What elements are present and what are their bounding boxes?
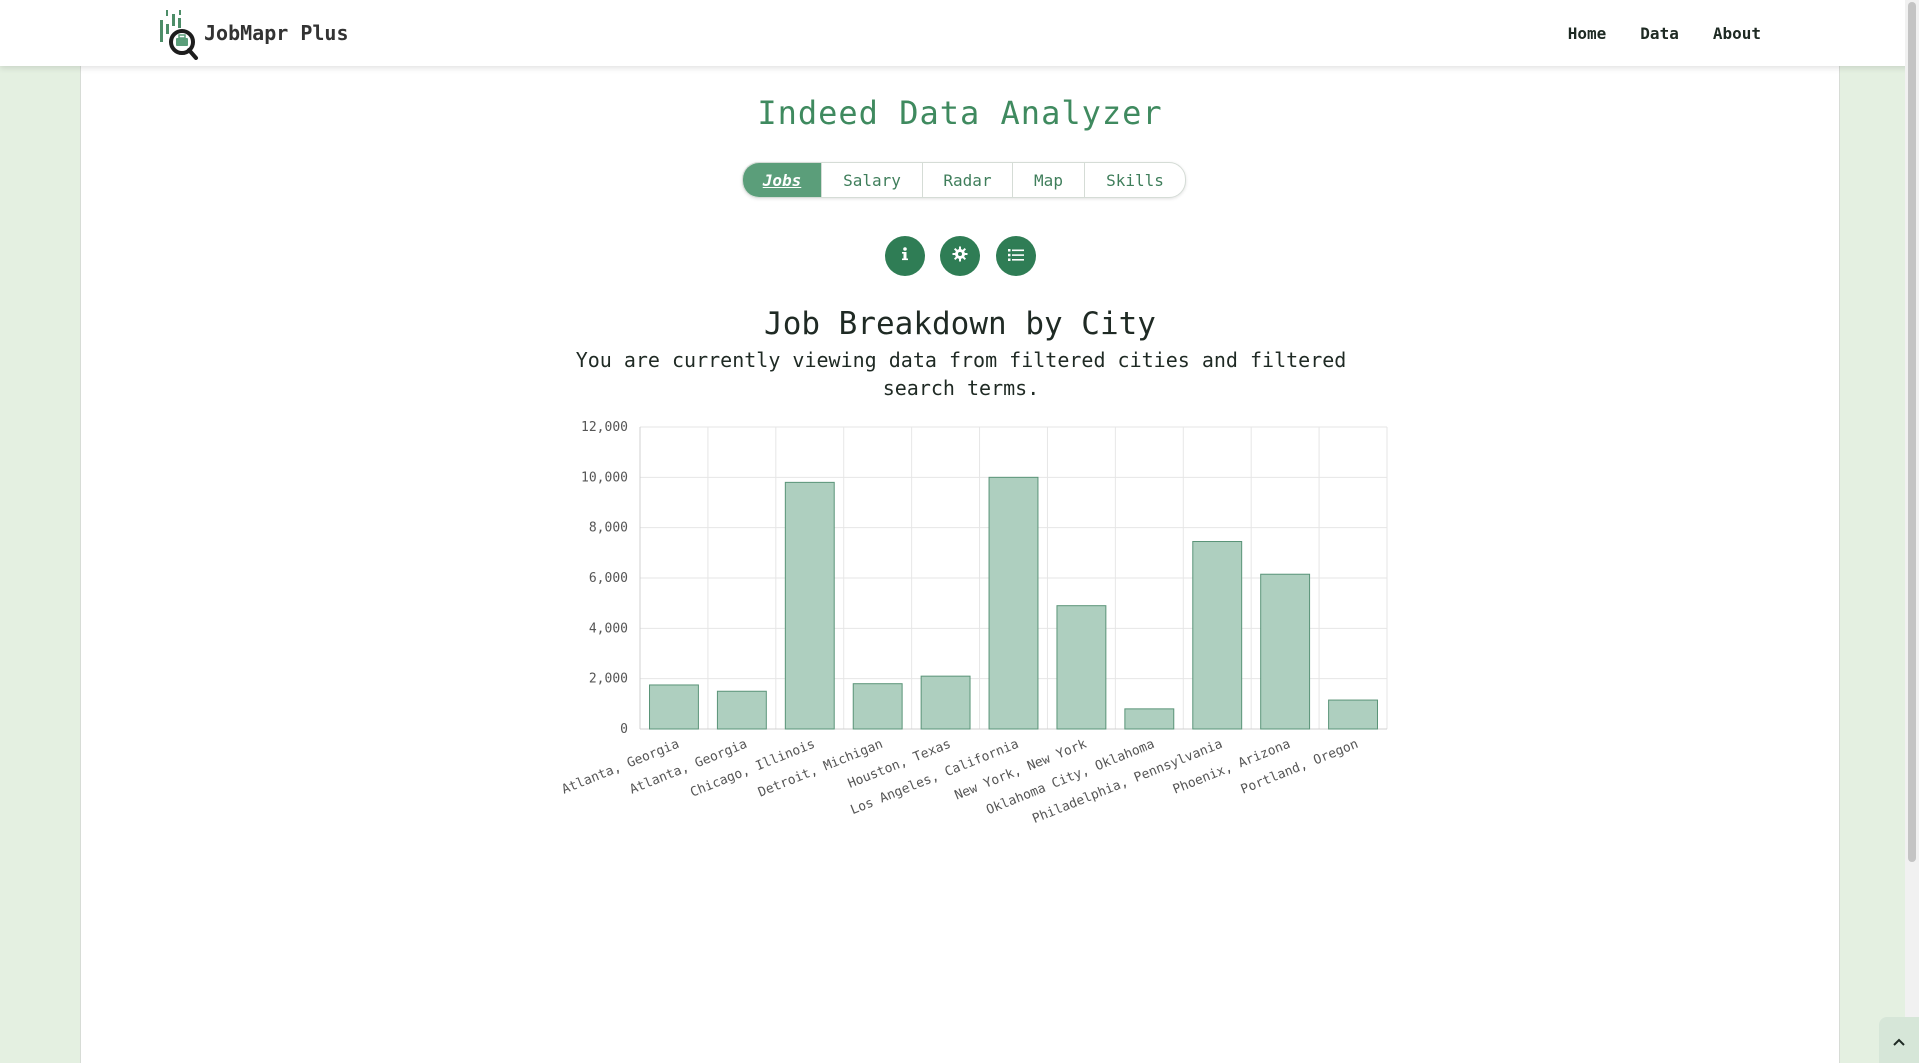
bar[interactable] xyxy=(852,683,903,730)
bar[interactable] xyxy=(1124,708,1175,730)
bar[interactable] xyxy=(1260,573,1311,730)
x-tick-label: Phoenix, Arizona xyxy=(1171,737,1293,798)
x-tick-label: Chicago, Illinois xyxy=(688,737,817,801)
y-tick-label: 12,000 xyxy=(581,420,628,435)
nav-link-about[interactable]: About xyxy=(1713,24,1761,43)
vertical-scrollbar[interactable] xyxy=(1905,0,1919,1063)
scroll-thumb[interactable] xyxy=(1908,2,1916,862)
nav-links: Home Data About xyxy=(1568,0,1761,66)
bar[interactable] xyxy=(649,684,699,730)
logo-icon xyxy=(158,6,202,60)
y-tick-label: 4,000 xyxy=(589,621,628,636)
bar[interactable] xyxy=(1056,605,1107,730)
x-tick-label: Detroit, Michigan xyxy=(756,737,885,801)
bar[interactable] xyxy=(920,675,971,730)
x-tick-label: Portland, Oregon xyxy=(1239,737,1361,798)
nav-link-data[interactable]: Data xyxy=(1640,24,1679,43)
y-tick-label: 0 xyxy=(620,722,628,737)
brand[interactable]: JobMapr Plus xyxy=(158,6,349,60)
bar-chart: 0 2,000 4,000 6,000 8,000 10,000 12,000 Atlanta… xyxy=(560,420,1388,827)
chevron-up-icon xyxy=(1893,1031,1905,1050)
bar[interactable] xyxy=(716,690,767,730)
brand-name: JobMapr Plus xyxy=(204,21,349,45)
x-tick-label: Atlanta, Georgia xyxy=(560,737,682,798)
main-container: Indeed Data Analyzer Jobs Salary Radar M… xyxy=(80,66,1840,1063)
bar[interactable] xyxy=(1192,541,1243,730)
y-tick-label: 2,000 xyxy=(589,672,628,687)
top-navbar: JobMapr Plus Home Data About xyxy=(0,0,1919,66)
y-tick-label: 6,000 xyxy=(589,571,628,586)
y-tick-label: 8,000 xyxy=(589,521,628,536)
y-tick-label: 10,000 xyxy=(581,470,628,485)
bar[interactable] xyxy=(988,476,1039,730)
bar[interactable] xyxy=(1328,699,1378,730)
back-to-top-button[interactable] xyxy=(1879,1017,1919,1063)
bar[interactable] xyxy=(784,481,835,730)
nav-link-home[interactable]: Home xyxy=(1568,24,1607,43)
